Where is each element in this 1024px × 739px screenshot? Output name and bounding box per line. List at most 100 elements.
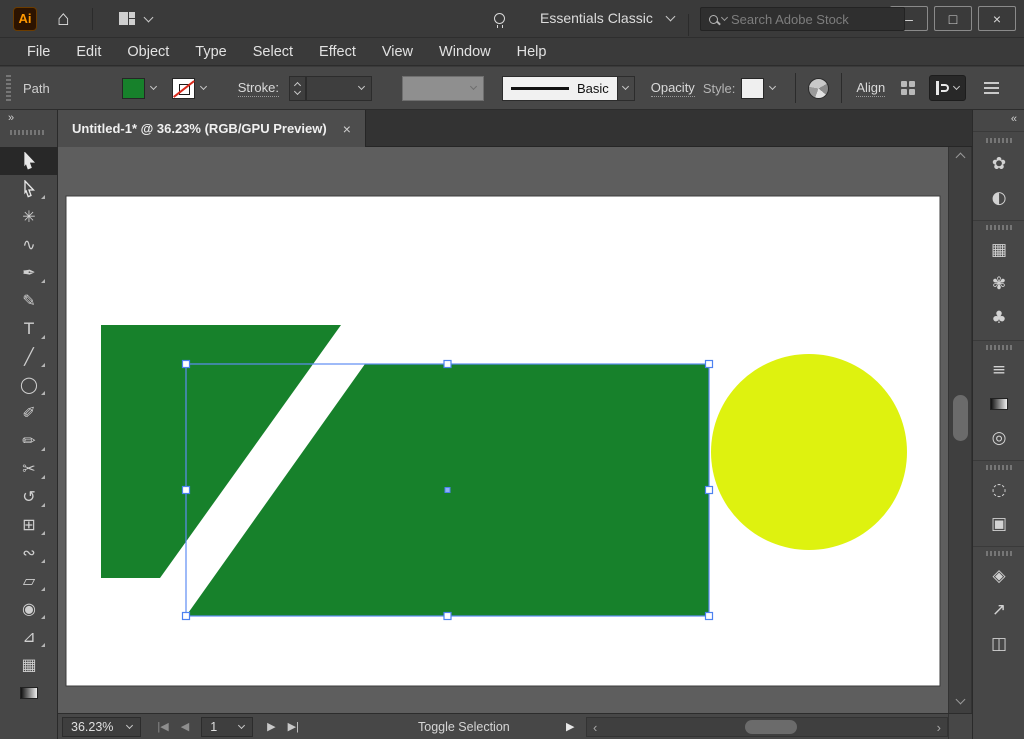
lasso-tool[interactable]: ∿ xyxy=(0,231,58,259)
stepper-down-icon[interactable] xyxy=(294,87,301,94)
control-bar-grip[interactable] xyxy=(6,75,11,101)
toolbar-rail-header[interactable]: » xyxy=(0,110,58,147)
pen-tool[interactable]: ✒ xyxy=(0,259,58,287)
stroke-panel-link[interactable]: Stroke: xyxy=(238,80,279,97)
direct-selection-tool[interactable] xyxy=(0,175,58,203)
menu-select[interactable]: Select xyxy=(240,40,306,64)
next-artboard-button[interactable]: ▶ xyxy=(261,720,281,733)
dock-grip[interactable] xyxy=(986,465,1012,470)
rotate-tool[interactable]: ↺ xyxy=(0,483,58,511)
selection-handle[interactable] xyxy=(183,361,190,368)
toolbar-expand-icon[interactable]: » xyxy=(8,112,13,124)
menu-view[interactable]: View xyxy=(369,40,426,64)
selection-handle[interactable] xyxy=(444,361,451,368)
horizontal-scroll-thumb[interactable] xyxy=(745,720,797,734)
ellipse-tool[interactable]: ◯ xyxy=(0,371,58,399)
scroll-up-icon[interactable] xyxy=(956,153,966,163)
selection-center-point[interactable] xyxy=(445,488,450,493)
line-segment-tool[interactable]: ╱ xyxy=(0,343,58,371)
fill-color-control[interactable] xyxy=(122,76,162,100)
vertical-scroll-thumb[interactable] xyxy=(953,395,968,441)
selection-tool[interactable] xyxy=(0,147,58,175)
transparency-panel-icon[interactable]: ◎ xyxy=(973,421,1024,455)
tab-close-icon[interactable]: × xyxy=(343,121,351,137)
distribute-chevron-icon[interactable] xyxy=(953,83,960,90)
align-objects-icon[interactable] xyxy=(901,81,915,95)
adobe-stock-search-input[interactable]: Search Adobe Stock xyxy=(700,7,905,31)
opacity-link[interactable]: Opacity xyxy=(651,80,695,97)
menu-type[interactable]: Type xyxy=(182,40,239,64)
fill-chevron-icon[interactable] xyxy=(150,83,157,90)
app-logo-icon[interactable]: Ai xyxy=(13,7,37,31)
shaper-tool[interactable]: ✏ xyxy=(0,427,58,455)
graphic-style-chevron-icon[interactable] xyxy=(769,83,776,90)
horizontal-scrollbar[interactable]: ‹ › xyxy=(586,717,948,737)
width-profile-chevron-icon[interactable] xyxy=(470,83,477,90)
stroke-chevron-icon[interactable] xyxy=(200,83,207,90)
distribute-objects-button[interactable] xyxy=(929,75,966,101)
stroke-style-preview[interactable]: Basic xyxy=(502,76,618,101)
vertical-scrollbar[interactable] xyxy=(948,147,972,713)
stroke-style-control[interactable]: Basic xyxy=(502,76,635,101)
selection-handle[interactable] xyxy=(183,487,190,494)
workspace-name[interactable]: Essentials Classic xyxy=(540,10,653,26)
gradient-panel-icon[interactable] xyxy=(973,387,1024,421)
first-artboard-button[interactable]: |◀ xyxy=(151,720,174,733)
maximize-button[interactable]: □ xyxy=(934,6,972,31)
free-transform-tool[interactable]: ▱ xyxy=(0,567,58,595)
graphic-style-control[interactable] xyxy=(741,76,781,100)
stroke-color-swatch[interactable] xyxy=(172,78,195,99)
mesh-tool[interactable]: ▦ xyxy=(0,651,58,679)
artboards-panel-icon[interactable]: ◫ xyxy=(973,627,1024,661)
color-panel-icon[interactable]: ✿ xyxy=(973,147,1024,181)
dock-grip[interactable] xyxy=(986,551,1012,556)
width-profile-dropdown[interactable] xyxy=(402,76,484,101)
stroke-weight-stepper[interactable] xyxy=(289,76,306,101)
fill-color-swatch[interactable] xyxy=(122,78,145,99)
scissors-tool[interactable]: ✂ xyxy=(0,455,58,483)
symbols-panel-icon[interactable]: ♣ xyxy=(973,301,1024,335)
yellow-circle[interactable] xyxy=(711,354,907,550)
scroll-right-icon[interactable]: › xyxy=(937,720,941,735)
shape-builder-tool[interactable]: ◉ xyxy=(0,595,58,623)
scroll-left-icon[interactable]: ‹ xyxy=(593,720,597,735)
asset-export-panel-icon[interactable]: ↗ xyxy=(973,593,1024,627)
scroll-down-icon[interactable] xyxy=(956,695,966,705)
recolor-artwork-icon[interactable] xyxy=(808,78,829,99)
color-guide-panel-icon[interactable]: ◐ xyxy=(973,181,1024,215)
workspace-layout-icon[interactable] xyxy=(119,12,135,25)
document-tab[interactable]: Untitled-1* @ 36.23% (RGB/GPU Preview) × xyxy=(58,110,366,147)
control-options-icon[interactable] xyxy=(984,82,999,95)
canvas-area[interactable] xyxy=(58,147,948,713)
selection-handle[interactable] xyxy=(183,613,190,620)
dock-grip[interactable] xyxy=(986,225,1012,230)
scale-tool[interactable]: ⊞ xyxy=(0,511,58,539)
appearance-panel-icon[interactable]: ◌ xyxy=(973,473,1024,507)
selection-handle[interactable] xyxy=(706,361,713,368)
dock-collapse-icon[interactable]: « xyxy=(1011,113,1016,125)
type-tool[interactable]: T xyxy=(0,315,58,343)
magic-wand-tool[interactable]: ✳ xyxy=(0,203,58,231)
menu-effect[interactable]: Effect xyxy=(306,40,369,64)
workspace-layout-chevron-icon[interactable] xyxy=(143,12,153,22)
perspective-grid-tool[interactable]: ⊿ xyxy=(0,623,58,651)
gradient-tool[interactable] xyxy=(0,679,58,707)
stroke-weight-dropdown[interactable] xyxy=(306,76,372,101)
close-button[interactable]: × xyxy=(978,6,1016,31)
selection-handle[interactable] xyxy=(706,487,713,494)
previous-artboard-button[interactable]: ◀ xyxy=(175,720,195,733)
home-icon[interactable]: ⌂ xyxy=(57,8,70,29)
layers-panel-icon[interactable]: ◈ xyxy=(973,559,1024,593)
swatches-panel-icon[interactable]: ▦ xyxy=(973,233,1024,267)
stroke-color-control[interactable] xyxy=(172,76,212,100)
width-tool[interactable]: ∾ xyxy=(0,539,58,567)
zoom-chevron-icon[interactable] xyxy=(126,721,133,728)
stroke-panel-icon[interactable]: ≡ xyxy=(973,353,1024,387)
last-artboard-button[interactable]: ▶| xyxy=(282,720,305,733)
graphic-style-swatch[interactable] xyxy=(741,78,764,99)
selection-handle[interactable] xyxy=(444,613,451,620)
dock-grip[interactable] xyxy=(986,345,1012,350)
stroke-style-chevron-icon[interactable] xyxy=(622,83,629,90)
paintbrush-tool[interactable]: ✐ xyxy=(0,399,58,427)
workspace-switcher[interactable]: Essentials Classic xyxy=(540,10,674,26)
